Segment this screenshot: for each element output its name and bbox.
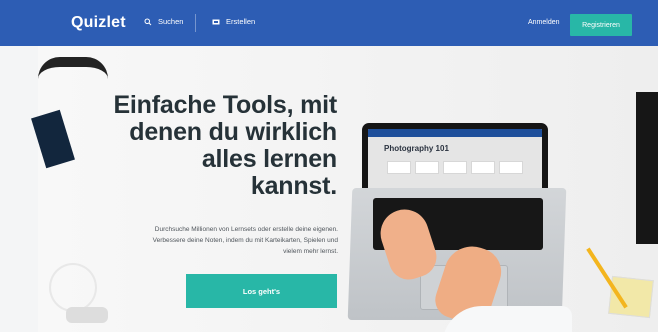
headline-line: Einfache Tools, mit (113, 91, 337, 119)
search-icon (144, 18, 152, 25)
hero-headline: Einfache Tools, mit denen du wirklich al… (105, 92, 337, 200)
screen-card (387, 161, 411, 174)
earphone-cable-image (49, 263, 97, 312)
screen-card (471, 161, 495, 174)
screen-card (415, 161, 439, 174)
login-link[interactable]: Anmelden (528, 19, 560, 26)
hero-description: Durchsuche Millionen von Lernsets oder e… (96, 224, 338, 257)
search-label: Suchen (158, 17, 184, 26)
search-nav-item[interactable]: Suchen (144, 17, 183, 26)
description-line: Verbessere deine Noten, indem du mit Kar… (152, 237, 338, 245)
register-button[interactable]: Registrieren (570, 14, 632, 36)
sticky-note-image (608, 275, 654, 319)
headline-line: kannst. (250, 172, 337, 200)
screen-card (499, 161, 523, 174)
get-started-button[interactable]: Los geht's (186, 274, 337, 308)
sunglasses-image (38, 57, 108, 82)
laptop-screen-title: Photography 101 (384, 144, 449, 153)
create-label: Erstellen (226, 17, 256, 26)
headline-line: denen du wirklich (129, 118, 337, 146)
nav-divider (195, 14, 196, 32)
screen-card (443, 161, 467, 174)
headline-line: alles lernen (201, 145, 337, 173)
create-icon (212, 19, 220, 24)
phone-image (66, 307, 108, 323)
quizlet-logo[interactable]: Quizlet (71, 14, 126, 32)
book-image (636, 92, 658, 244)
description-line: Durchsuche Millionen von Lernsets oder e… (154, 226, 338, 233)
top-navigation: Quizlet Suchen Erstellen Anmelden Regist… (0, 0, 658, 46)
description-line: vielem mehr lernst. (283, 248, 338, 256)
create-nav-item[interactable]: Erstellen (212, 17, 255, 26)
screen-top-bar (368, 129, 542, 137)
